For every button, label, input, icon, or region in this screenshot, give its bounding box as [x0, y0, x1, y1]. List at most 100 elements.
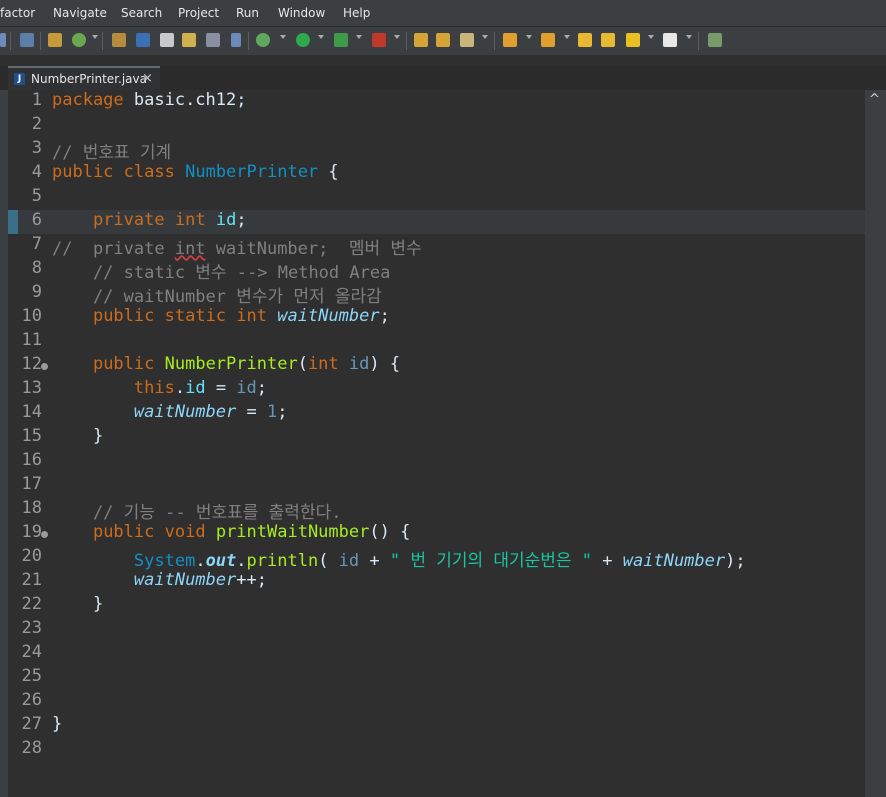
chevron-down-icon[interactable]: [394, 35, 400, 39]
chevron-down-icon[interactable]: [564, 35, 570, 39]
outline-icon[interactable]: [182, 33, 196, 47]
chevron-down-icon[interactable]: [92, 35, 98, 39]
line-number: 11: [21, 330, 42, 350]
edit-pencil-icon[interactable]: [136, 33, 150, 47]
chevron-down-icon[interactable]: [318, 35, 324, 39]
toolbar-separator: [494, 32, 495, 50]
back-forward-icon[interactable]: [601, 33, 615, 47]
editor-left-ruler: [0, 90, 8, 797]
line-number: 5: [31, 186, 42, 206]
arrow-left-icon[interactable]: [626, 33, 640, 47]
tab-numberprinter-java[interactable]: J NumberPrinter.java ×: [8, 66, 160, 90]
comment: waitNumber; 멤버 변수: [205, 239, 422, 259]
annotation-pen-icon[interactable]: [460, 33, 474, 47]
close-icon[interactable]: ×: [142, 71, 153, 86]
open-type-icon[interactable]: [112, 33, 126, 47]
new-java-project-icon[interactable]: [48, 33, 62, 47]
string-literal: " 번 기기의 대기순번은 ": [389, 551, 593, 571]
open-folder-icon[interactable]: [414, 33, 428, 47]
code-line-14: waitNumber = 1;: [52, 402, 288, 422]
menu-run[interactable]: Run: [236, 6, 259, 20]
menu-search[interactable]: Search: [121, 6, 162, 20]
vertical-scrollbar[interactable]: ^: [865, 90, 886, 797]
menu-project[interactable]: Project: [178, 6, 219, 20]
menu-navigate[interactable]: Navigate: [53, 6, 107, 20]
code-text: .: [174, 378, 186, 398]
toolbar-separator: [248, 32, 249, 50]
line-number: 17: [21, 474, 42, 494]
chevron-down-icon[interactable]: [686, 35, 692, 39]
keyword: public: [92, 306, 155, 326]
line-number: 18: [21, 498, 42, 518]
code-text: +: [359, 551, 390, 571]
line-number: 3: [31, 138, 42, 158]
keyword: int: [236, 306, 268, 326]
code-text: ;: [277, 402, 288, 422]
code-line-4: public class NumberPrinter {: [52, 162, 339, 182]
code-editor[interactable]: [8, 90, 865, 797]
run-icon[interactable]: [296, 33, 310, 47]
code-line-3: // 번호표 기계: [52, 138, 171, 163]
line-number: 19: [21, 522, 42, 542]
toolbar-partial-icon[interactable]: [0, 33, 6, 47]
code-text: (: [297, 354, 308, 374]
block-selection-icon[interactable]: [206, 33, 220, 47]
line-number: 16: [21, 450, 42, 470]
parameter: id: [348, 354, 370, 374]
menu-window[interactable]: Window: [278, 6, 325, 20]
terminal-icon[interactable]: [708, 33, 722, 47]
line-number: 4: [31, 162, 42, 182]
chevron-down-icon[interactable]: [526, 35, 532, 39]
line-number: 21: [21, 570, 42, 590]
open-task-icon[interactable]: [436, 33, 450, 47]
chevron-down-icon[interactable]: [280, 35, 286, 39]
last-edit-location-icon[interactable]: [578, 33, 592, 47]
code-line-12: public NumberPrinter(int id) {: [52, 354, 400, 374]
code-line-13: this.id = id;: [52, 378, 267, 398]
java-file-icon: J: [14, 73, 25, 85]
code-line-10: public static int waitNumber;: [52, 306, 390, 326]
chevron-down-icon[interactable]: [356, 35, 362, 39]
next-annotation-icon[interactable]: [503, 33, 517, 47]
external-tools-icon[interactable]: [372, 33, 386, 47]
class-name: System: [133, 551, 196, 571]
menu-help[interactable]: Help: [343, 6, 370, 20]
keyword: public: [52, 162, 114, 182]
fold-toggle-icon[interactable]: [41, 531, 48, 538]
show-whitespace-icon[interactable]: [231, 33, 241, 47]
toolbar-separator: [10, 32, 11, 50]
field-name: id: [185, 378, 206, 398]
static-field: waitNumber: [277, 306, 380, 326]
keyword: static: [164, 306, 227, 326]
line-number: 10: [21, 306, 42, 326]
chevron-down-icon[interactable]: [648, 35, 654, 39]
line-number: 26: [21, 690, 42, 710]
number-literal: 1: [266, 402, 278, 422]
line-number: 8: [31, 258, 42, 278]
comment: // 번호표 기계: [52, 143, 172, 163]
menu-refactor[interactable]: factor: [0, 6, 35, 20]
keyword: int: [307, 354, 339, 374]
toggle-breadcrumb-icon[interactable]: [20, 33, 34, 47]
fold-toggle-icon[interactable]: [41, 363, 48, 370]
scroll-up-icon[interactable]: ^: [869, 92, 880, 107]
refresh-icon[interactable]: [72, 33, 86, 47]
code-text: ;: [256, 378, 268, 398]
keyword: this: [133, 378, 175, 398]
previous-annotation-icon[interactable]: [541, 33, 555, 47]
toolbar-separator: [698, 32, 699, 50]
chevron-down-icon[interactable]: [482, 35, 488, 39]
code-line-7: // private int waitNumber; 멤버 변수: [52, 234, 422, 259]
search-icon[interactable]: [160, 33, 174, 47]
keyword: public: [92, 522, 155, 542]
code-line-27: }: [52, 714, 63, 734]
run-external-icon[interactable]: [334, 33, 348, 47]
code-text: basic.ch12;: [123, 90, 247, 110]
toolbar-gap: [0, 55, 886, 66]
debug-icon[interactable]: [256, 33, 270, 47]
code-line-18: // 기능 -- 번호표를 출력한다.: [52, 503, 342, 523]
line-number: 7: [31, 234, 42, 254]
arrow-right-icon[interactable]: [663, 33, 677, 47]
